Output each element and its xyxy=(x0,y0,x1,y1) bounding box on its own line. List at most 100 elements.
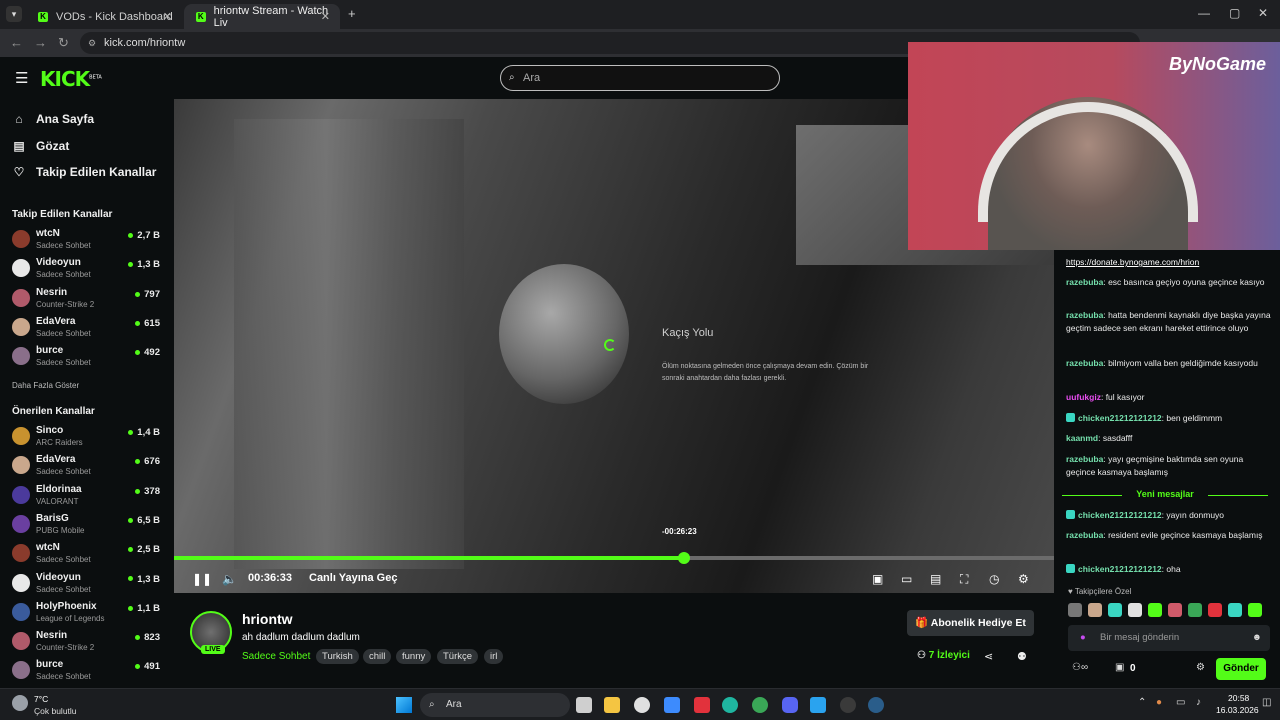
channel-row[interactable]: HolyPhoenix League of Legends 1,1 B xyxy=(12,600,162,628)
steam-icon[interactable] xyxy=(868,697,884,713)
stream-category[interactable]: Sadece Sohbet xyxy=(242,651,310,662)
pause-icon[interactable]: ❚❚ xyxy=(192,572,212,586)
discord-icon[interactable] xyxy=(782,697,798,713)
emote-icon[interactable] xyxy=(1188,603,1202,617)
tray-chevron-icon[interactable]: ⌃ xyxy=(1138,697,1146,708)
menu-icon[interactable]: ☰ xyxy=(15,69,28,87)
back-icon[interactable]: ← xyxy=(10,35,23,50)
notification-icon[interactable]: ◫ xyxy=(1262,697,1271,708)
channel-row[interactable]: burce Sadece Sohbet 491 xyxy=(12,658,162,686)
clip-icon[interactable]: ◷ xyxy=(989,572,999,586)
edge-icon[interactable] xyxy=(722,697,738,713)
channel-row[interactable]: Eldorinaa VALORANT 378 xyxy=(12,483,162,511)
app-w-icon[interactable] xyxy=(694,697,710,713)
emote-icon[interactable] xyxy=(1108,603,1122,617)
channel-row[interactable]: Nesrin Counter-Strike 2 823 xyxy=(12,629,162,657)
channel-row[interactable]: burce Sadece Sohbet 492 xyxy=(12,344,162,372)
chat-username[interactable]: uufukgiz xyxy=(1066,392,1101,402)
tab-list-chevron-icon[interactable]: ▾ xyxy=(6,6,22,22)
chat-username[interactable]: kaanmd xyxy=(1066,433,1098,443)
task-view-icon[interactable] xyxy=(576,697,592,713)
chatgpt-icon[interactable] xyxy=(634,697,650,713)
sidebar-nav-browse[interactable]: ▤ Gözat xyxy=(12,139,69,153)
channel-row[interactable]: wtcN Sadece Sohbet 2,7 B xyxy=(12,227,162,255)
chat-username[interactable]: razebuba xyxy=(1066,530,1103,540)
tag-chip[interactable]: irl xyxy=(484,649,504,664)
close-tab-icon[interactable]: ✕ xyxy=(321,10,330,23)
close-window-icon[interactable]: ✕ xyxy=(1258,6,1268,20)
fullscreen-icon[interactable]: ⛶ xyxy=(960,572,968,587)
emote-icon[interactable] xyxy=(1068,603,1082,617)
chat-username[interactable]: chicken21212121212 xyxy=(1078,510,1162,520)
taskbar-search[interactable]: ⌕ Ara xyxy=(420,693,570,717)
file-explorer-icon[interactable] xyxy=(604,697,620,713)
sidebar-nav-home[interactable]: ⌂ Ana Sayfa xyxy=(12,112,94,126)
tab-hriontw-stream[interactable]: K hriontw Stream - Watch Liv ✕ xyxy=(184,4,340,29)
theater-mode-icon[interactable]: ▣ xyxy=(872,572,883,586)
microphone-icon[interactable]: ● xyxy=(1156,697,1162,708)
chat-username[interactable]: razebuba xyxy=(1066,454,1103,464)
tag-chip[interactable]: chill xyxy=(363,649,392,664)
chat-username[interactable]: razebuba xyxy=(1066,358,1103,368)
gift-subscription-button[interactable]: 🎁 Abonelik Hediye Et xyxy=(907,610,1034,636)
channel-row[interactable]: Sinco ARC Raiders 1,4 B xyxy=(12,424,162,452)
clock-date[interactable]: 16.03.2026 xyxy=(1216,705,1259,715)
channel-row[interactable]: EdaVera Sadece Sohbet 676 xyxy=(12,453,162,481)
channel-row[interactable]: EdaVera Sadece Sohbet 615 xyxy=(12,315,162,343)
site-info-icon[interactable]: ⚙ xyxy=(88,32,96,54)
show-more-link[interactable]: Daha Fazla Göster xyxy=(12,381,79,390)
tag-chip[interactable]: Turkish xyxy=(316,649,359,664)
channel-row[interactable]: Videoyun Sadece Sohbet 1,3 B xyxy=(12,571,162,599)
app-icon[interactable] xyxy=(810,697,826,713)
chat-link[interactable]: https://donate.bynogame.com/hrion xyxy=(1066,257,1199,267)
points-icon[interactable]: ⚇∞ xyxy=(1072,662,1088,673)
emote-icon[interactable] xyxy=(1228,603,1242,617)
chat-username[interactable]: razebuba xyxy=(1066,310,1103,320)
sidebar-nav-following[interactable]: ♡ Takip Edilen Kanallar xyxy=(12,165,157,179)
maximize-icon[interactable]: ▢ xyxy=(1229,6,1240,20)
volume-icon[interactable]: 🔈 xyxy=(222,572,237,586)
emote-icon[interactable] xyxy=(1208,603,1222,617)
channel-row[interactable]: Videoyun Sadece Sohbet 1,3 B xyxy=(12,256,162,284)
streamer-name[interactable]: hriontw xyxy=(242,611,293,627)
emoji-icon[interactable]: ☻ xyxy=(1252,625,1262,651)
network-icon[interactable]: ▭ xyxy=(1176,697,1185,708)
reload-icon[interactable]: ↻ xyxy=(58,35,69,51)
chat-settings-icon[interactable]: ⚙ xyxy=(1196,662,1205,673)
follow-user-icon[interactable]: ⚉ xyxy=(1017,650,1027,663)
channel-row[interactable]: wtcN Sadece Sohbet 2,5 B xyxy=(12,541,162,569)
search-input[interactable]: ⌕ Ara xyxy=(500,65,780,91)
pip-icon[interactable]: ▭ xyxy=(901,572,912,586)
go-live-button[interactable]: Canlı Yayına Geç xyxy=(309,572,397,584)
share-icon[interactable]: ⋖ xyxy=(984,650,993,663)
emote-icon[interactable] xyxy=(1088,603,1102,617)
chrome-icon[interactable] xyxy=(752,697,768,713)
miniplayer-icon[interactable]: ▤ xyxy=(930,572,941,586)
emote-icon[interactable] xyxy=(1248,603,1262,617)
store-icon[interactable] xyxy=(664,697,680,713)
channel-row[interactable]: Nesrin Counter-Strike 2 797 xyxy=(12,286,162,314)
microphone-icon[interactable]: ● xyxy=(1080,625,1086,651)
obs-icon[interactable] xyxy=(840,697,856,713)
send-button[interactable]: Gönder xyxy=(1216,658,1266,680)
tag-chip[interactable]: funny xyxy=(396,649,432,664)
new-tab-icon[interactable]: + xyxy=(348,6,356,21)
weather-icon[interactable] xyxy=(12,695,28,711)
kick-logo[interactable]: KICKBETA xyxy=(40,67,102,91)
tag-chip[interactable]: Türkçe xyxy=(437,649,479,664)
start-windows-icon[interactable] xyxy=(396,697,412,713)
emote-icon[interactable] xyxy=(1168,603,1182,617)
tab-vods-dashboard[interactable]: K VODs - Kick Dashboard ✕ xyxy=(26,4,182,29)
chat-input[interactable]: ● Bir mesaj gönderin ☻ xyxy=(1068,625,1270,651)
volume-icon[interactable]: ♪ xyxy=(1196,697,1201,708)
channel-row[interactable]: BarisG PUBG Mobile 6,5 B xyxy=(12,512,162,540)
chat-username[interactable]: chicken21212121212 xyxy=(1078,564,1162,574)
close-tab-icon[interactable]: ✕ xyxy=(163,10,172,23)
forward-icon[interactable]: → xyxy=(34,35,47,50)
chat-username[interactable]: chicken21212121212 xyxy=(1078,413,1162,423)
settings-gear-icon[interactable]: ⚙ xyxy=(1018,572,1029,586)
emote-icon[interactable] xyxy=(1148,603,1162,617)
clock-time[interactable]: 20:58 xyxy=(1228,693,1249,703)
progress-knob[interactable] xyxy=(678,552,691,564)
minimize-icon[interactable]: — xyxy=(1198,6,1210,20)
